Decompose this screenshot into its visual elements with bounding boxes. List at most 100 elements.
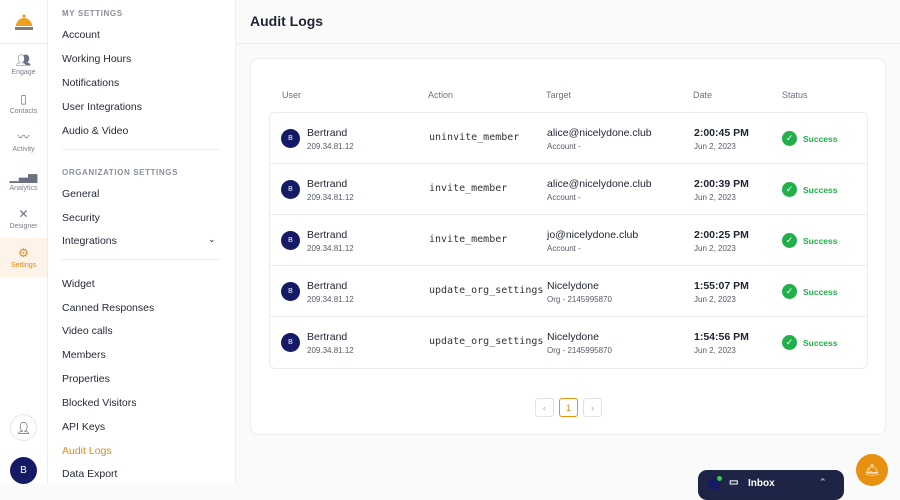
col-user: User	[282, 90, 302, 100]
sidebar-item-security[interactable]: Security	[62, 212, 222, 224]
sidebar-item-audit-logs[interactable]: Audit Logs	[62, 445, 222, 457]
time: 2:00:25 PM	[694, 229, 749, 241]
user-ip: 209.34.81.12	[307, 295, 354, 304]
user-ip: 209.34.81.12	[307, 244, 354, 253]
target: alice@nicelydone.club	[547, 127, 652, 139]
audit-log-card: User Action Target Date Status B Bertran…	[250, 58, 886, 435]
sidebar-item-general[interactable]: General	[62, 188, 222, 200]
action: invite_member	[429, 183, 508, 194]
rail-settings[interactable]: ⚙ Settings	[0, 238, 47, 277]
user-avatar: B	[281, 333, 300, 352]
sidebar-item-integrations[interactable]: Integrations ⌄	[62, 234, 222, 247]
target: Nicelydone	[547, 280, 599, 292]
user-ip: 209.34.81.12	[307, 346, 354, 355]
check-circle-icon: ✓	[782, 182, 797, 197]
chat-launcher-button[interactable]: 🛎︎	[856, 454, 888, 486]
user-plus-icon: 👤︎	[15, 420, 32, 435]
rail-activity[interactable]: 〰 Activity	[0, 122, 47, 161]
add-user-button[interactable]: 👤︎	[10, 414, 37, 441]
sidebar-item-video-calls[interactable]: Video calls	[62, 325, 222, 337]
sidebar-item-canned-responses[interactable]: Canned Responses	[62, 302, 222, 314]
sidebar-item-data-export[interactable]: Data Export	[62, 468, 222, 480]
settings-sidebar: MY SETTINGS Account Working Hours Notifi…	[48, 0, 236, 484]
bar-chart-icon: ▁▃▅	[9, 169, 38, 183]
time: 2:00:39 PM	[694, 178, 749, 190]
tools-icon: ✕	[18, 207, 29, 221]
action: uninvite_member	[429, 132, 520, 143]
status-badge: Success	[803, 338, 838, 348]
sidebar-item-properties[interactable]: Properties	[62, 373, 222, 385]
status-badge: Success	[803, 134, 838, 144]
target-sub: Org - 2145995870	[547, 346, 612, 355]
status-badge: Success	[803, 287, 838, 297]
user-ip: 209.34.81.12	[307, 142, 354, 151]
rail-contacts[interactable]: ▯ Contacts	[0, 84, 47, 123]
people-icon: 👥︎	[15, 53, 32, 67]
user-name: Bertrand	[307, 178, 348, 190]
status-badge: Success	[803, 185, 838, 195]
chevron-down-icon: ⌄	[208, 234, 216, 244]
action: update_org_settings	[429, 336, 544, 347]
table-row: B Bertrand 209.34.81.12 update_org_setti…	[270, 317, 867, 368]
time: 1:55:07 PM	[694, 280, 749, 292]
user-name: Bertrand	[307, 331, 348, 343]
date: Jun 2, 2023	[694, 244, 736, 253]
audit-table: B Bertrand 209.34.81.12 uninvite_member …	[269, 112, 868, 369]
time: 2:00:45 PM	[694, 127, 749, 139]
date: Jun 2, 2023	[694, 346, 736, 355]
sidebar-item-user-integrations[interactable]: User Integrations	[62, 101, 222, 113]
date: Jun 2, 2023	[694, 193, 736, 202]
user-name: Bertrand	[307, 280, 348, 292]
main-header: Audit Logs	[236, 0, 900, 44]
sidebar-item-members[interactable]: Members	[62, 349, 222, 361]
user-ip: 209.34.81.12	[307, 193, 354, 202]
book-icon: ▯	[20, 92, 27, 106]
prev-page-button[interactable]: ‹	[535, 398, 554, 417]
divider	[62, 149, 220, 150]
col-date: Date	[693, 90, 713, 100]
online-dot-icon	[717, 476, 722, 481]
target-sub: Account -	[547, 142, 581, 151]
my-settings-header: MY SETTINGS	[62, 9, 123, 18]
sidebar-item-account[interactable]: Account	[62, 29, 222, 41]
sidebar-item-widget[interactable]: Widget	[62, 278, 222, 290]
status-badge: Success	[803, 236, 838, 246]
rail-analytics[interactable]: ▁▃▅ Analytics	[0, 161, 47, 200]
inbox-bar[interactable]: ▭ Inbox ⌃	[698, 470, 844, 500]
user-name: Bertrand	[307, 127, 348, 139]
logo[interactable]	[0, 0, 47, 44]
avatar[interactable]: B	[10, 457, 37, 484]
page-title: Audit Logs	[250, 13, 324, 29]
sidebar-item-working-hours[interactable]: Working Hours	[62, 53, 222, 65]
sidebar-item-notifications[interactable]: Notifications	[62, 77, 222, 89]
user-avatar: B	[281, 231, 300, 250]
target-sub: Account -	[547, 244, 581, 253]
table-row: B Bertrand 209.34.81.12 update_org_setti…	[270, 266, 867, 317]
rail-designer[interactable]: ✕ Designer	[0, 199, 47, 238]
user-avatar: B	[281, 282, 300, 301]
rail-engage[interactable]: 👥︎ Engage	[0, 45, 47, 84]
col-action: Action	[428, 90, 454, 100]
action: invite_member	[429, 234, 508, 245]
app-rail: 👥︎ Engage ▯ Contacts 〰 Activity ▁▃▅ Analytic…	[0, 0, 48, 484]
inbox-icon: ▭	[729, 477, 739, 488]
sidebar-item-api-keys[interactable]: API Keys	[62, 421, 222, 433]
page-1-button[interactable]: 1	[559, 398, 578, 417]
sidebar-item-blocked-visitors[interactable]: Blocked Visitors	[62, 397, 222, 409]
col-status: Status	[782, 90, 808, 100]
user-avatar: B	[281, 180, 300, 199]
target-sub: Org - 2145995870	[547, 295, 612, 304]
sidebar-item-audio-video[interactable]: Audio & Video	[62, 125, 222, 137]
pulse-icon: 〰	[17, 130, 30, 144]
divider	[62, 259, 220, 260]
check-circle-icon: ✓	[782, 335, 797, 350]
bell-icon: 🛎︎	[864, 463, 880, 477]
table-row: B Bertrand 209.34.81.12 uninvite_member …	[270, 113, 867, 164]
bell-logo-icon	[14, 14, 33, 30]
target-sub: Account -	[547, 193, 581, 202]
target: Nicelydone	[547, 331, 599, 343]
org-settings-header: ORGANIZATION SETTINGS	[62, 168, 179, 177]
check-circle-icon: ✓	[782, 131, 797, 146]
col-target: Target	[546, 90, 572, 100]
next-page-button[interactable]: ›	[583, 398, 602, 417]
